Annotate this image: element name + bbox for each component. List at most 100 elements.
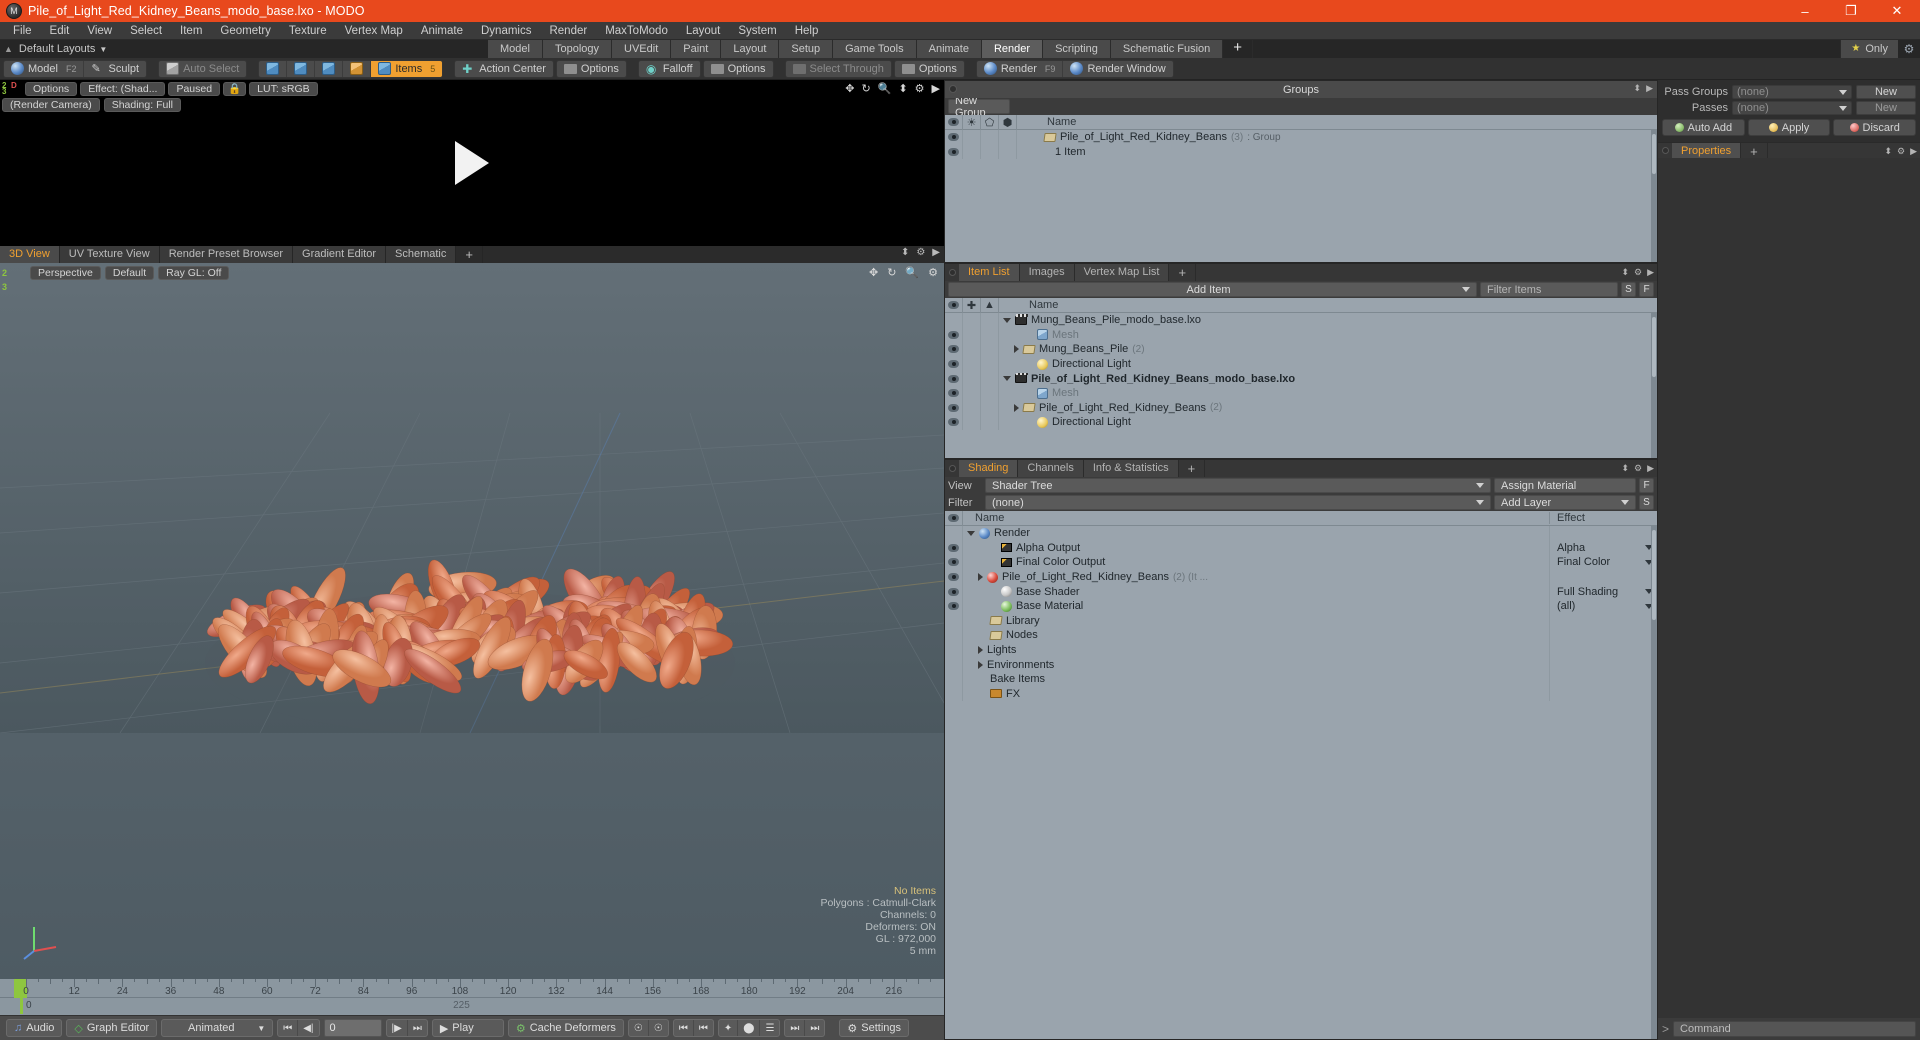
new-pass-group-button[interactable]: New <box>1856 85 1916 99</box>
tab-render[interactable]: Render <box>981 40 1044 58</box>
graph-editor-button[interactable]: ◇ Graph Editor <box>66 1019 158 1037</box>
row-visibility-toggle[interactable] <box>945 642 963 658</box>
item-list-add-tab-button[interactable]: + <box>1169 264 1197 281</box>
tab-schematic[interactable]: Schematic <box>386 246 457 263</box>
row-name-cell[interactable]: Environments <box>963 659 1549 671</box>
groups-menu-arrow-icon[interactable]: ▶ <box>1646 83 1653 94</box>
item-list-scrollbar[interactable] <box>1651 313 1657 458</box>
orientation-gizmo-icon[interactable] <box>22 917 66 961</box>
tab-topology[interactable]: Topology <box>542 40 613 58</box>
row-name-cell[interactable]: Final Color Output <box>963 556 1549 568</box>
preview-menu-arrow-icon[interactable]: ▶ <box>932 82 940 95</box>
viewport-menu-arrow-icon[interactable]: ▶ <box>932 247 940 258</box>
tab-gradient-editor[interactable]: Gradient Editor <box>293 246 386 263</box>
expand-collapse-icon[interactable] <box>967 530 975 536</box>
discard-button[interactable]: Discard <box>1833 119 1917 136</box>
expand-collapse-icon[interactable] <box>1014 345 1019 354</box>
groups-maximize-icon[interactable]: ⬍ <box>1634 83 1642 94</box>
render-camera-dropdown[interactable]: (Render Camera) <box>2 98 100 112</box>
tab-properties[interactable]: Properties <box>1672 143 1742 158</box>
menu-item-render[interactable]: Render <box>540 22 596 40</box>
item-col-lock-icon[interactable]: ✚ <box>963 297 981 313</box>
properties-add-tab-button[interactable]: + <box>1741 143 1768 159</box>
row-visibility-toggle[interactable] <box>945 130 963 145</box>
row-effect-cell[interactable] <box>1549 642 1657 658</box>
pan-icon[interactable]: ✥ <box>845 82 854 95</box>
preview-lut-dropdown[interactable]: LUT: sRGB <box>249 81 318 96</box>
select-polygons-button[interactable] <box>315 60 344 77</box>
shading-full-dropdown[interactable]: Shading: Full <box>103 98 181 112</box>
prev-key-icon[interactable]: ⏮ <box>674 1020 694 1036</box>
select-through-button[interactable]: Select Through <box>786 61 891 77</box>
tree-row[interactable]: Mung_Beans_Pile (2) <box>945 342 1657 357</box>
row-visibility-toggle[interactable] <box>945 613 963 629</box>
go-to-start-button[interactable]: ⏮ <box>278 1020 299 1036</box>
shading-menu-arrow-icon[interactable]: ▶ <box>1647 463 1654 474</box>
tab-channels[interactable]: Channels <box>1018 460 1084 477</box>
cache-deformers-button[interactable]: ⚙ Cache Deformers <box>507 1019 624 1037</box>
render-preview-pane[interactable]: 23 D Options Effect: (Shad... Paused 🔒 L… <box>0 80 944 246</box>
tree-row[interactable]: Final Color Output Final Color <box>945 555 1657 570</box>
menu-item-help[interactable]: Help <box>786 22 828 40</box>
tab-vertex-map-list[interactable]: Vertex Map List <box>1074 264 1170 281</box>
shading-add-tab-button[interactable]: + <box>1179 460 1206 477</box>
timeline-range-bar[interactable] <box>20 998 23 1014</box>
tree-row[interactable]: Mung_Beans_Pile_modo_base.lxo <box>945 313 1657 328</box>
shading-filter-dropdown[interactable]: (none) <box>985 495 1491 510</box>
row-visibility-toggle[interactable] <box>945 671 963 687</box>
select-edges-button[interactable] <box>287 60 316 77</box>
tree-row[interactable]: Base Shader Full Shading <box>945 584 1657 599</box>
go-to-end-button[interactable]: ⏭ <box>408 1020 427 1036</box>
apply-button[interactable]: Apply <box>1747 119 1831 136</box>
tab-scripting[interactable]: Scripting <box>1043 40 1111 58</box>
row-visibility-toggle[interactable] <box>945 555 963 570</box>
row-name-cell[interactable]: FX <box>963 688 1549 700</box>
zoom-icon[interactable]: 🔍 <box>878 82 892 95</box>
play-overlay-icon[interactable] <box>455 141 489 185</box>
tree-row[interactable]: Mesh <box>945 327 1657 343</box>
row-visibility-toggle[interactable] <box>945 584 963 599</box>
filter-items-input[interactable]: Filter Items <box>1480 282 1618 297</box>
tree-row[interactable]: Mesh <box>945 385 1657 401</box>
properties-panel-dot-icon[interactable] <box>1658 143 1672 158</box>
row-visibility-toggle[interactable] <box>945 598 963 614</box>
shading-s-button[interactable]: S <box>1639 495 1654 510</box>
row-effect-cell[interactable] <box>1549 657 1657 672</box>
action-center-options-button[interactable]: Options <box>557 61 626 77</box>
tab-uv-texture-view[interactable]: UV Texture View <box>59 246 160 263</box>
default-layouts-selector[interactable]: ▲ Default Layouts ▼ <box>0 40 107 58</box>
row-visibility-toggle[interactable] <box>945 415 963 430</box>
preview-paused-button[interactable]: Paused <box>168 81 221 96</box>
menu-item-dynamics[interactable]: Dynamics <box>472 22 540 40</box>
viewport-add-tab-button[interactable]: + <box>456 246 483 263</box>
select-materials-button[interactable] <box>343 60 372 77</box>
delete-key-icon[interactable]: ⬤ <box>738 1020 761 1036</box>
tree-row[interactable]: Environments <box>945 657 1657 672</box>
row-name-cell[interactable]: Lights <box>963 644 1549 656</box>
assign-material-button[interactable]: Assign Material <box>1494 478 1636 493</box>
viewport-zoom-icon[interactable]: 🔍 <box>905 266 919 279</box>
close-icon[interactable]: ✕ <box>1874 0 1920 22</box>
groups-col-lock-icon[interactable]: ⬠ <box>981 114 999 130</box>
row-effect-cell[interactable] <box>1549 526 1657 541</box>
tab-shading[interactable]: Shading <box>959 460 1019 477</box>
timeline-range-row[interactable]: 0 225 <box>0 998 944 1014</box>
menu-item-geometry[interactable]: Geometry <box>211 22 280 40</box>
next-key-prev-icon[interactable]: ⏮ <box>694 1020 713 1036</box>
row-visibility-toggle[interactable] <box>945 400 963 416</box>
viewport-pan-icon[interactable]: ✥ <box>869 266 878 279</box>
groups-col-shade-icon[interactable]: ☀ <box>963 114 981 130</box>
row-name-cell[interactable]: Bake Items <box>963 673 1549 685</box>
properties-menu-arrow-icon[interactable]: ▶ <box>1910 146 1917 157</box>
properties-maximize-icon[interactable]: ⬍ <box>1884 146 1892 157</box>
render-window-button[interactable]: Render Window <box>1063 61 1172 77</box>
tab-model[interactable]: Model <box>488 40 543 58</box>
tree-row[interactable]: Bake Items <box>945 671 1657 687</box>
menu-item-vertex-map[interactable]: Vertex Map <box>336 22 412 40</box>
new-pass-button[interactable]: New <box>1856 101 1916 115</box>
tree-row[interactable]: FX <box>945 686 1657 702</box>
select-vertices-button[interactable] <box>259 60 288 77</box>
perspective-dropdown[interactable]: Perspective <box>30 266 101 280</box>
menu-item-layout[interactable]: Layout <box>677 22 730 40</box>
shading-f-button[interactable]: F <box>1639 478 1654 493</box>
